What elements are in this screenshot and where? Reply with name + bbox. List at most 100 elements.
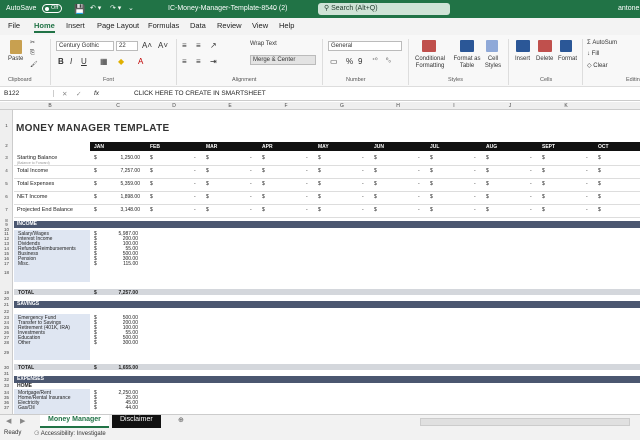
italic-icon[interactable]: I xyxy=(70,57,72,66)
tab-home[interactable]: Home xyxy=(34,21,55,33)
conditional-formatting-button[interactable]: Conditional Formatting xyxy=(412,56,448,70)
savings-header[interactable]: SAVINGS xyxy=(14,301,640,308)
empty-dash[interactable]: - xyxy=(474,155,476,161)
empty-dash[interactable]: - xyxy=(474,168,476,174)
align-left-icon[interactable]: ≡ xyxy=(182,57,187,66)
empty-dash[interactable]: - xyxy=(586,168,588,174)
empty-dash[interactable]: - xyxy=(418,155,420,161)
empty-dash[interactable]: - xyxy=(362,194,364,200)
row-header[interactable]: 17 xyxy=(0,261,13,266)
empty-dash[interactable]: - xyxy=(194,155,196,161)
savings-item-value[interactable]: 300.00 xyxy=(108,340,138,346)
row-header[interactable]: 19 xyxy=(0,290,13,295)
row-header[interactable]: 31 xyxy=(0,371,13,376)
column-header[interactable]: G xyxy=(312,103,372,109)
row-header[interactable]: 37 xyxy=(0,405,13,410)
row-header[interactable]: 21 xyxy=(0,302,13,307)
fill-button[interactable]: ↓ Fill xyxy=(587,51,599,57)
empty-dash[interactable]: - xyxy=(418,207,420,213)
conditional-formatting-icon[interactable] xyxy=(422,40,436,52)
underline-icon[interactable]: U xyxy=(81,57,87,66)
empty-dash[interactable]: - xyxy=(530,181,532,187)
tab-view[interactable]: View xyxy=(252,21,268,30)
orientation-icon[interactable]: ↗ xyxy=(210,41,217,50)
empty-dash[interactable]: - xyxy=(194,194,196,200)
row-header[interactable]: 6 xyxy=(0,194,13,199)
cancel-icon[interactable]: ✕ xyxy=(62,90,67,98)
row-header[interactable]: 29 xyxy=(0,350,13,355)
expenses-item-label[interactable]: Gas/Oil xyxy=(18,405,35,411)
insert-cells-icon[interactable] xyxy=(516,40,530,52)
column-header[interactable]: H xyxy=(368,103,428,109)
row-header[interactable]: 1 xyxy=(0,123,13,128)
decrease-decimal-icon[interactable]: ⁰₀ xyxy=(386,57,391,64)
empty-dash[interactable]: - xyxy=(586,207,588,213)
format-as-table-icon[interactable] xyxy=(460,40,474,52)
increase-font-icon[interactable]: A˄ xyxy=(142,41,152,50)
empty-dash[interactable]: - xyxy=(362,168,364,174)
prev-sheet-icon[interactable]: ◀ xyxy=(6,417,11,425)
tab-formulas[interactable]: Formulas xyxy=(148,21,179,30)
decrease-font-icon[interactable]: A˅ xyxy=(158,41,168,50)
insert-function-icon[interactable]: fx xyxy=(94,90,99,97)
row-header[interactable]: 22 xyxy=(0,309,13,314)
indent-icon[interactable]: ⇥ xyxy=(210,57,217,66)
sheet-tab-disclaimer[interactable]: Disclaimer xyxy=(112,415,161,428)
save-icon[interactable]: 💾 xyxy=(74,0,85,18)
empty-dash[interactable]: - xyxy=(530,207,532,213)
row-header[interactable]: 28 xyxy=(0,340,13,345)
month-header[interactable]: FEB xyxy=(150,144,160,150)
accessibility-status[interactable]: ⚆ Accessibility: Investigate xyxy=(34,430,106,437)
empty-dash[interactable]: - xyxy=(418,194,420,200)
summary-jan-value[interactable]: 5,359.00 xyxy=(108,181,140,187)
column-header[interactable]: D xyxy=(144,103,204,109)
month-header[interactable]: SEPT xyxy=(542,144,555,150)
summary-label[interactable]: Total Income xyxy=(17,168,48,174)
next-sheet-icon[interactable]: ▶ xyxy=(20,417,25,425)
fill-color-icon[interactable]: ◆ xyxy=(118,57,124,66)
merge-center-button[interactable]: Merge & Center xyxy=(250,55,316,65)
empty-dash[interactable]: - xyxy=(530,194,532,200)
column-header[interactable]: C xyxy=(88,103,148,109)
align-middle-icon[interactable]: ≡ xyxy=(196,41,201,50)
empty-dash[interactable]: - xyxy=(586,155,588,161)
autosave-toggle[interactable]: Off xyxy=(42,0,63,18)
clear-button[interactable]: ◇ Clear xyxy=(587,62,608,69)
month-header[interactable]: JUL xyxy=(430,144,439,150)
summary-jan-value[interactable]: 1,250.00 xyxy=(108,155,140,161)
search-box[interactable]: ⚲ Search (Alt+Q) xyxy=(318,3,450,15)
empty-dash[interactable]: - xyxy=(530,168,532,174)
summary-label[interactable]: Total Expenses xyxy=(17,181,54,187)
savings-item-label[interactable]: Other xyxy=(18,340,31,346)
worksheet-grid[interactable]: 1 2 3 4 5 6 7 8 9 10 11 12 13 14 15 16 17 18 19 20 21 22 23 24 2… xyxy=(0,110,640,414)
enter-icon[interactable]: ✓ xyxy=(76,90,81,98)
row-header[interactable]: 33 xyxy=(0,383,13,388)
empty-dash[interactable]: - xyxy=(250,168,252,174)
tab-insert[interactable]: Insert xyxy=(66,21,85,30)
empty-dash[interactable]: - xyxy=(474,194,476,200)
empty-dash[interactable]: - xyxy=(530,155,532,161)
tab-file[interactable]: File xyxy=(8,21,20,30)
tab-help[interactable]: Help xyxy=(279,21,294,30)
empty-dash[interactable]: - xyxy=(474,207,476,213)
user-name[interactable]: antone xyxy=(618,0,639,18)
empty-dash[interactable]: - xyxy=(306,207,308,213)
format-cells-icon[interactable] xyxy=(560,40,572,52)
font-size-select[interactable]: 22 xyxy=(116,41,138,51)
column-header[interactable]: F xyxy=(256,103,316,109)
empty-dash[interactable]: - xyxy=(306,168,308,174)
sheet-title[interactable]: MONEY MANAGER TEMPLATE xyxy=(16,123,169,134)
undo-icon[interactable]: ↶ ▾ xyxy=(90,0,101,18)
column-header[interactable]: B xyxy=(20,103,80,109)
empty-dash[interactable]: - xyxy=(418,168,420,174)
month-header[interactable]: MAR xyxy=(206,144,217,150)
empty-dash[interactable]: - xyxy=(362,207,364,213)
empty-dash[interactable]: - xyxy=(250,181,252,187)
empty-dash[interactable]: - xyxy=(306,155,308,161)
empty-dash[interactable]: - xyxy=(306,181,308,187)
expenses-header[interactable]: EXPENSES xyxy=(14,376,640,383)
empty-dash[interactable]: - xyxy=(194,207,196,213)
tab-review[interactable]: Review xyxy=(217,21,242,30)
row-header[interactable]: 18 xyxy=(0,270,13,275)
redo-icon[interactable]: ↷ ▾ xyxy=(110,0,121,18)
